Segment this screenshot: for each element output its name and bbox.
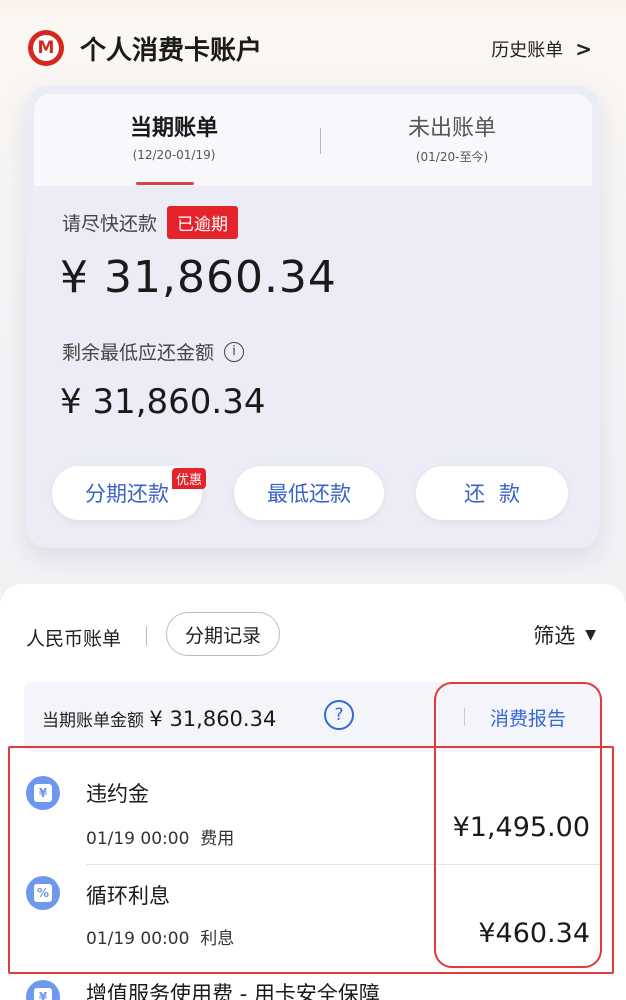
promo-badge: 优惠 <box>172 468 207 489</box>
statement-toolbar: 人民币账单 分期记录 筛选 ▼ <box>0 584 626 680</box>
transaction-type: 费用 <box>200 829 235 849</box>
min-payment-label: 剩余最低应还金额 <box>62 342 215 364</box>
active-tab-indicator <box>136 182 194 185</box>
history-bill-link[interactable]: 历史账单 > <box>491 36 592 62</box>
summary-amount: ¥ 31,860.34 <box>149 707 277 731</box>
summary-divider <box>464 708 465 726</box>
tab-label: 未出账单 <box>407 116 496 141</box>
tab-divider <box>320 128 321 154</box>
toolbar-divider <box>146 626 147 646</box>
transaction-amount: ¥1,495.00 <box>452 812 590 843</box>
yen-icon: ¥ <box>26 980 60 1000</box>
urge-text: 请尽快还款 <box>62 213 158 235</box>
amount-due: ¥ 31,860.34 <box>60 252 337 303</box>
history-bill-label: 历史账单 <box>491 40 564 61</box>
statement-summary: 当期账单金额 ¥ 31,860.34 ? 消费报告 <box>24 682 600 752</box>
overdue-badge: 已逾期 <box>167 206 239 239</box>
tab-dates: (12/20-01/19) <box>132 148 216 162</box>
transaction-meta: 01/19 00:00 利息 <box>86 924 234 949</box>
help-icon[interactable]: ? <box>324 700 354 730</box>
bank-logo-icon: M <box>28 30 64 66</box>
transaction-row[interactable]: % 循环利息 01/19 00:00 利息 ¥460.34 <box>0 868 626 964</box>
transaction-row-partial[interactable]: ¥ 增值服务使用费 - 用卡安全保障 <box>0 974 626 1000</box>
logo-letter: M <box>37 37 55 58</box>
installment-records-button[interactable]: 分期记录 <box>166 612 281 656</box>
chevron-right-icon: > <box>575 37 592 61</box>
transaction-meta: 01/19 00:00 费用 <box>86 824 234 849</box>
filter-triangle-icon: ▼ <box>585 627 596 643</box>
transaction-row[interactable]: ¥ 违约金 01/19 00:00 费用 ¥1,495.00 <box>0 764 626 860</box>
filter-label: 筛选 <box>533 624 576 648</box>
tab-unbilled[interactable]: 未出账单 (01/20-至今) <box>322 110 582 165</box>
repay-prompt: 请尽快还款 已逾期 <box>62 206 239 239</box>
transaction-amount: ¥460.34 <box>478 918 590 949</box>
tab-dates: (01/20-至今) <box>415 150 489 164</box>
transaction-name: 循环利息 <box>86 884 170 908</box>
yen-icon: ¥ <box>26 776 60 810</box>
percent-icon: % <box>26 876 60 910</box>
statement-sheet: 人民币账单 分期记录 筛选 ▼ 当期账单金额 ¥ 31,860.34 ? 消费报… <box>0 584 626 1000</box>
transaction-time: 01/19 00:00 <box>86 929 190 949</box>
bill-tabs: 当期账单 (12/20-01/19) 未出账单 (01/20-至今) <box>34 94 592 186</box>
app-header: M 个人消费卡账户 历史账单 > <box>0 0 626 90</box>
spending-report-link[interactable]: 消费报告 <box>490 704 566 731</box>
summary-label: 当期账单金额 <box>42 711 144 731</box>
rmb-bill-tab[interactable]: 人民币账单 <box>26 624 121 651</box>
transaction-type: 利息 <box>200 929 235 949</box>
repay-button[interactable]: 还款 <box>416 466 568 520</box>
summary-label-row: 当期账单金额 ¥ 31,860.34 <box>42 706 276 731</box>
transaction-time: 01/19 00:00 <box>86 829 190 849</box>
bill-card: 当期账单 (12/20-01/19) 未出账单 (01/20-至今) 请尽快还款… <box>26 86 600 548</box>
tab-current-bill[interactable]: 当期账单 (12/20-01/19) <box>44 110 304 162</box>
filter-button[interactable]: 筛选 ▼ <box>533 620 596 650</box>
min-payment-amount: ¥ 31,860.34 <box>60 382 266 422</box>
transaction-name: 增值服务使用费 - 用卡安全保障 <box>86 982 380 1000</box>
transaction-name: 违约金 <box>86 782 149 806</box>
tab-label: 当期账单 <box>129 116 218 141</box>
min-payment-label-row: 剩余最低应还金额 i <box>62 338 245 365</box>
row-divider <box>86 864 600 865</box>
minimum-repay-button[interactable]: 最低还款 <box>234 466 384 520</box>
info-icon[interactable]: i <box>224 341 245 362</box>
page-title: 个人消费卡账户 <box>80 36 263 66</box>
